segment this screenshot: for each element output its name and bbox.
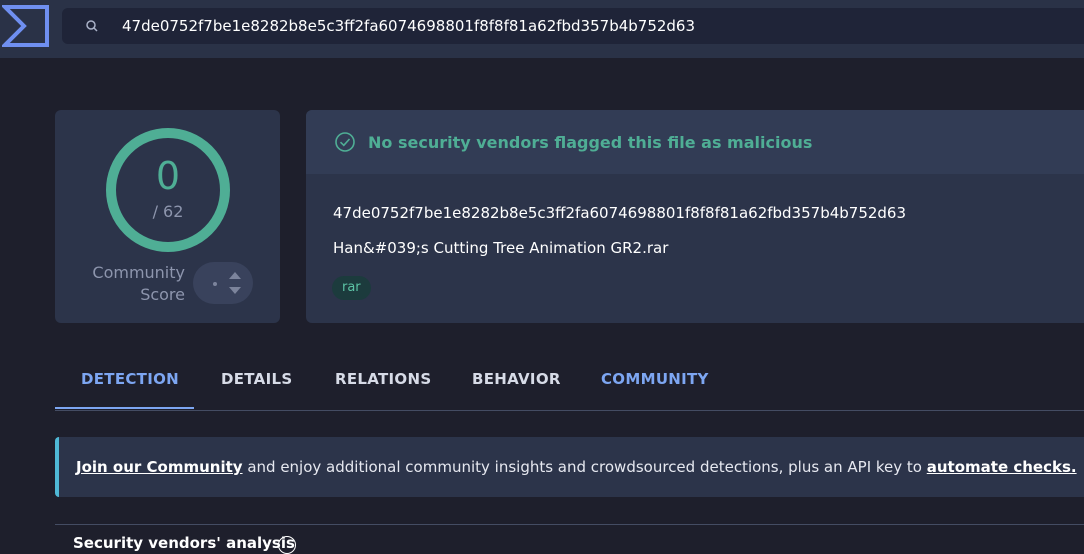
detection-count: 0 [155, 154, 181, 198]
info-circle-icon[interactable] [278, 536, 296, 554]
automate-checks-link[interactable]: automate checks. [927, 458, 1077, 476]
file-tag[interactable]: rar [332, 276, 371, 300]
report-tabs: DETECTION DETAILS RELATIONS BEHAVIOR COM… [55, 358, 1084, 411]
section-title: Security vendors' analysis [73, 534, 295, 552]
verdict-bar: No security vendors flagged this file as… [306, 110, 1084, 174]
tab-detection[interactable]: DETECTION [81, 358, 179, 409]
community-label-line2: Score [140, 285, 185, 304]
vote-down-icon[interactable] [229, 287, 241, 294]
top-bar [0, 0, 1084, 58]
tab-community[interactable]: COMMUNITY [601, 358, 709, 409]
active-tab-indicator [55, 407, 194, 409]
tab-details[interactable]: DETAILS [221, 358, 292, 409]
join-community-link[interactable]: Join our Community [76, 458, 243, 476]
banner-body: and enjoy additional community insights … [242, 458, 927, 476]
virustotal-logo-icon[interactable] [2, 4, 50, 48]
file-name: Han&#039;s Cutting Tree Animation GR2.ra… [333, 239, 669, 257]
verdict-text: No security vendors flagged this file as… [368, 132, 813, 152]
vote-score-dot [213, 282, 217, 286]
section-divider [55, 524, 1084, 525]
check-circle-icon [335, 132, 355, 152]
file-info-card: No security vendors flagged this file as… [306, 110, 1084, 323]
search-icon [86, 20, 98, 32]
community-banner: Join our Community and enjoy additional … [55, 437, 1084, 497]
search-bar[interactable] [62, 8, 1084, 44]
banner-text: Join our Community and enjoy additional … [76, 458, 1077, 476]
search-input[interactable] [122, 17, 1084, 35]
vote-up-icon[interactable] [229, 272, 241, 279]
detection-total: / 62 [152, 202, 184, 221]
tab-behavior[interactable]: BEHAVIOR [472, 358, 561, 409]
community-label-line1: Community [92, 263, 185, 282]
tab-relations[interactable]: RELATIONS [335, 358, 431, 409]
file-hash[interactable]: 47de0752f7be1e8282b8e5c3ff2fa6074698801f… [333, 204, 906, 222]
community-score-label: Community Score [75, 262, 185, 306]
community-vote-control[interactable] [193, 262, 253, 304]
detection-score-card: 0 / 62 Community Score [55, 110, 280, 323]
